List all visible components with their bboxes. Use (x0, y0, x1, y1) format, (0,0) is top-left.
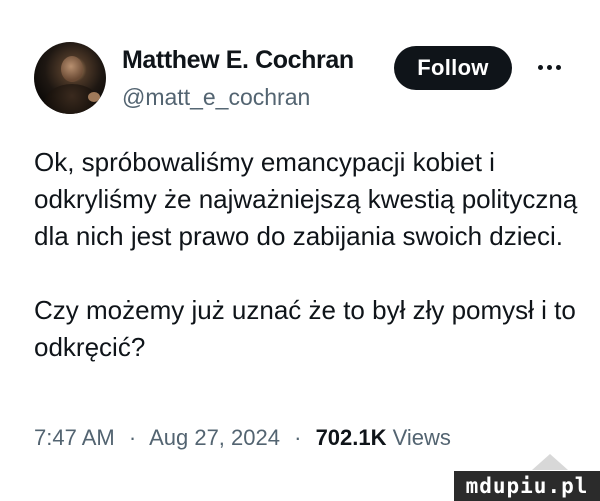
tweet-meta: 7:47 AM · Aug 27, 2024 · 702.1K Views (34, 425, 451, 451)
meta-separator: · (294, 425, 302, 450)
views-count: 702.1K (315, 425, 387, 450)
author-handle[interactable]: @matt_e_cochran (122, 84, 310, 111)
avatar-figure-hand (88, 92, 100, 102)
more-dot (546, 64, 552, 70)
avatar-figure-face (61, 56, 83, 82)
views-label: Views (392, 425, 451, 450)
tweet-paragraph: Ok, spróbowaliśmy emancypacji kobiet i o… (34, 147, 578, 251)
meta-separator: · (128, 425, 137, 450)
more-dot (537, 64, 543, 70)
tweet-text: Ok, spróbowaliśmy emancypacji kobiet i o… (34, 144, 586, 366)
tweet-time[interactable]: 7:47 AM (34, 425, 115, 450)
more-options-icon[interactable] (532, 52, 566, 82)
author-avatar[interactable] (34, 42, 106, 114)
follow-button[interactable]: Follow (394, 46, 512, 90)
tweet-paragraph: Czy możemy już uznać że to był zły pomys… (34, 295, 576, 362)
watermark-logo: mdupiu.pl (454, 471, 600, 501)
author-display-name[interactable]: Matthew E. Cochran (122, 46, 386, 75)
more-dot (555, 64, 561, 70)
tweet-date[interactable]: Aug 27, 2024 (149, 425, 280, 450)
watermark-arrow-icon (532, 454, 568, 470)
